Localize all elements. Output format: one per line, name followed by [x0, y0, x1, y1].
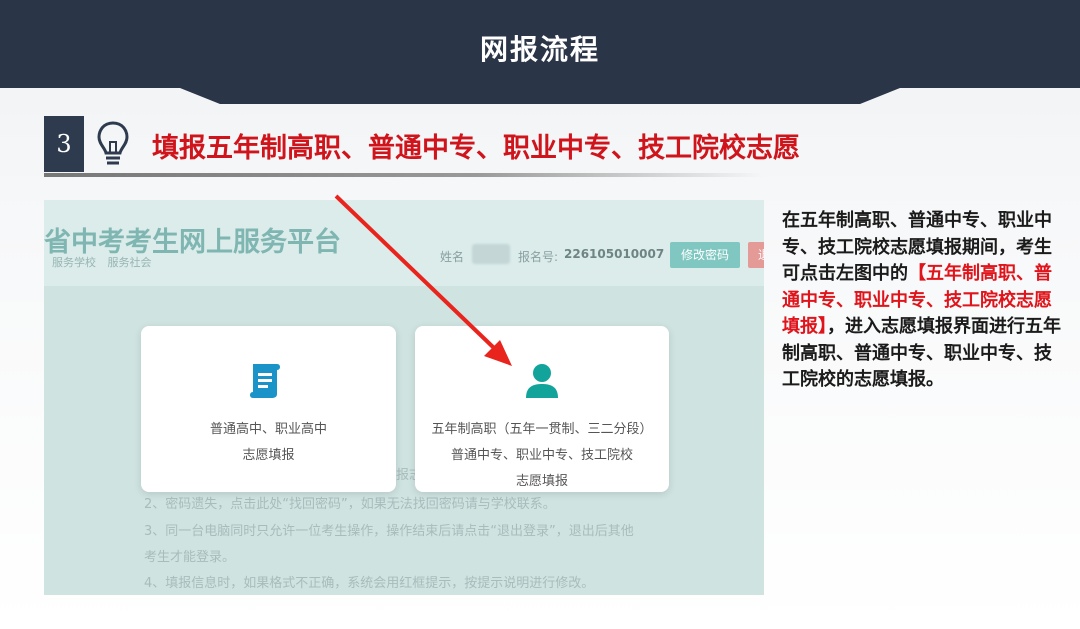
page-title: 网报流程	[479, 33, 600, 66]
step-title: 填报五年制高职、普通中专、职业中专、技工院校志愿	[152, 133, 800, 164]
card-line: 志愿填报	[242, 448, 295, 463]
notice-line: 考生才能登录。	[144, 550, 236, 565]
card-line: 志愿填报	[515, 474, 568, 489]
card-line: 普通高中、职业高中	[209, 422, 327, 437]
registration-label: 报名号:	[518, 250, 559, 264]
vocational-application-card[interactable]: 五年制高职（五年一贯制、三二分段） 普通中专、职业中专、技工院校 志愿填报	[415, 326, 669, 492]
notice-line: 4、填报信息时，如果格式不正确，系统会用红框提示，按提示说明进行修改。	[144, 576, 595, 591]
name-value-blurred	[472, 244, 510, 264]
name-label: 姓名	[440, 250, 465, 264]
registration-number: 226105010007	[564, 247, 665, 261]
notice-line: 2、密码遗失，点击此处“找回密码”，如果无法找回密码请与学校联系。	[144, 497, 556, 512]
card-line: 普通中专、职业中专、技工院校	[450, 448, 633, 463]
step-number: 3	[44, 116, 84, 172]
notice-line: 3、同一台电脑同时只允许一位考生操作，操作结束后请点击“退出登录”，退出后其他	[144, 524, 634, 539]
instruction-text: 在五年制高职、普通中专、职业中专、技工院校志愿填报期间，考生可点击左图中的【五年…	[782, 208, 1062, 394]
header-banner: 网报流程	[0, 0, 1080, 104]
step-divider	[44, 173, 764, 177]
user-icon	[526, 364, 558, 398]
platform-subtitle: 服务学校 服务社会	[52, 256, 152, 269]
lightbulb-icon	[97, 121, 129, 165]
document-scroll-icon	[250, 364, 280, 398]
change-password-button[interactable]: 修改密码	[670, 242, 740, 268]
platform-screenshot: 省中考考生网上服务平台 服务学校 服务社会 姓名 报名号: 2261050100…	[44, 200, 764, 595]
card-line: 五年制高职（五年一贯制、三二分段）	[431, 422, 653, 437]
logout-button[interactable]: 退	[748, 242, 764, 268]
senior-high-application-card[interactable]: 普通高中、职业高中 志愿填报	[141, 326, 396, 492]
